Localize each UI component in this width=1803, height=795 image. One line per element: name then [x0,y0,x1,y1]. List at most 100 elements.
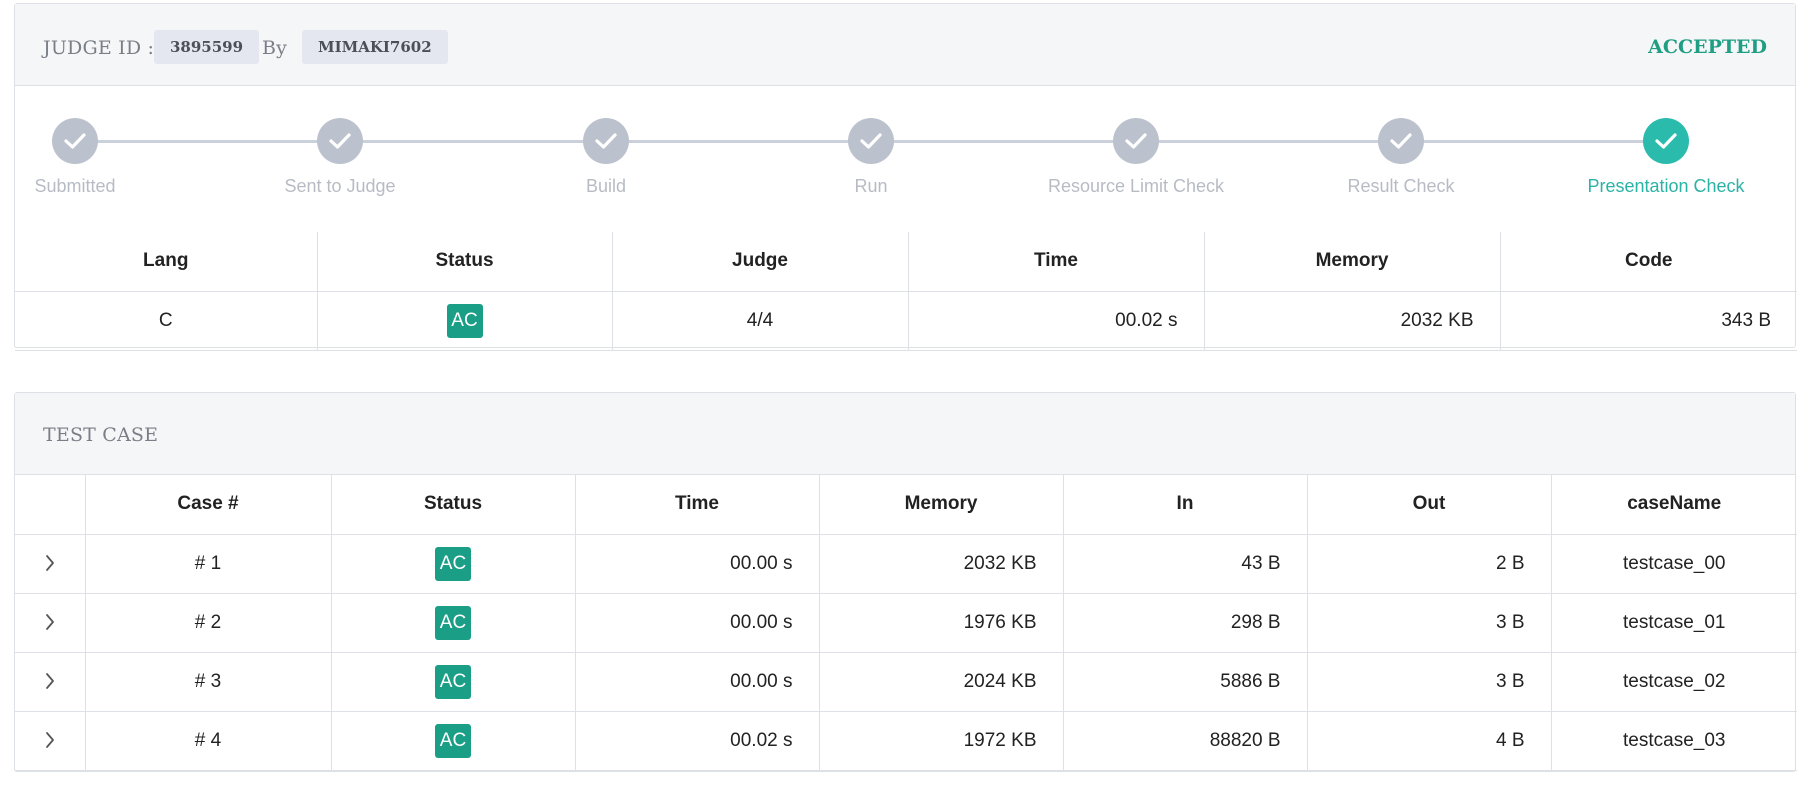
step-result-check: Result Check [1271,118,1531,197]
expand-toggle[interactable] [15,651,86,712]
summary-header-row: Lang Status Judge Time Memory Code [15,232,1797,292]
case-number: # 1 [84,533,332,594]
in-cell: 88820 B [1062,710,1308,771]
table-row[interactable]: # 3 AC 00.00 s 2024 KB 5886 B 3 B testca… [15,651,1797,712]
time-cell: 00.00 s [574,592,820,653]
step-build: Build [476,118,736,197]
casename-cell: testcase_00 [1550,533,1797,594]
casename-cell: testcase_01 [1550,592,1797,653]
out-cell: 3 B [1306,592,1552,653]
time-cell: 00.02 s [574,710,820,771]
step-presentation-check: Presentation Check [1536,118,1796,197]
step-label: Resource Limit Check [1047,176,1225,196]
time-cell: 00.00 s [574,651,820,712]
status-badge: AC [435,605,471,640]
step-label: Presentation Check [1587,176,1745,196]
memory-cell: 1972 KB [818,710,1064,771]
chevron-right-icon [45,614,54,631]
judge-id-label: JUDGE ID : [43,37,155,59]
step-run: Run [741,118,1001,197]
check-icon [1113,118,1159,164]
casename-cell: testcase_02 [1550,651,1797,712]
verdict-status: ACCEPTED [1648,36,1767,58]
memory-cell: 2032 KB [1203,290,1501,351]
expand-toggle[interactable] [15,533,86,594]
memory-cell: 1976 KB [818,592,1064,653]
column-header-out: Out [1306,475,1552,535]
status-cell: AC [330,710,576,771]
check-icon [1378,118,1424,164]
out-cell: 4 B [1306,710,1552,771]
time-cell: 00.00 s [574,533,820,594]
memory-cell: 2032 KB [818,533,1064,594]
step-label: Sent to Judge [284,176,396,196]
user-link[interactable]: MIMAKI7602 [302,30,448,64]
check-icon [1643,118,1689,164]
chevron-right-icon [45,673,54,690]
step-label: Submitted [34,176,116,196]
status-cell: AC [316,290,613,351]
column-header-memory: Memory [818,475,1064,535]
expand-toggle[interactable] [15,710,86,771]
table-row[interactable]: # 1 AC 00.00 s 2032 KB 43 B 2 B testcase… [15,533,1797,594]
case-number: # 2 [84,592,332,653]
column-header-lang: Lang [15,232,318,292]
table-row[interactable]: # 2 AC 00.00 s 1976 KB 298 B 3 B testcas… [15,592,1797,653]
memory-cell: 2024 KB [818,651,1064,712]
step-resource-limit-check: Resource Limit Check [1006,118,1266,197]
status-badge: AC [435,723,471,758]
column-header-time: Time [907,232,1205,292]
testcase-panel: TEST CASE Case # Status Time Memory In O… [14,392,1797,772]
column-header-status: Status [330,475,576,535]
in-cell: 43 B [1062,533,1308,594]
column-header-status: Status [316,232,613,292]
check-icon [317,118,363,164]
summary-table: Lang Status Judge Time Memory Code C AC … [15,232,1797,351]
chevron-right-icon [45,555,54,572]
table-row[interactable]: # 4 AC 00.02 s 1972 KB 88820 B 4 B testc… [15,710,1797,771]
status-cell: AC [330,533,576,594]
column-header-code: Code [1499,232,1797,292]
casename-cell: testcase_03 [1550,710,1797,771]
code-cell: 343 B [1499,290,1797,351]
status-cell: AC [330,651,576,712]
out-cell: 3 B [1306,651,1552,712]
check-icon [583,118,629,164]
step-label: Build [585,176,627,196]
step-label: Result Check [1347,176,1455,196]
progress-stepper: Submitted Sent to Judge Build Run Resour [15,86,1795,232]
column-header-expand [15,475,86,535]
testcase-title: TEST CASE [43,424,159,446]
out-cell: 2 B [1306,533,1552,594]
judge-panel: JUDGE ID : 3895599 By MIMAKI7602 ACCEPTE… [14,3,1797,351]
case-number: # 3 [84,651,332,712]
in-cell: 298 B [1062,592,1308,653]
status-cell: AC [330,592,576,653]
column-header-casename: caseName [1550,475,1797,535]
testcase-header-row: Case # Status Time Memory In Out caseNam… [15,475,1797,535]
check-icon [848,118,894,164]
expand-toggle[interactable] [15,592,86,653]
column-header-case: Case # [84,475,332,535]
step-submitted: Submitted [0,118,205,197]
status-badge: AC [435,664,471,699]
testcase-table: Case # Status Time Memory In Out caseNam… [15,475,1797,771]
step-sent-to-judge: Sent to Judge [210,118,470,197]
by-label: By [262,37,288,59]
column-header-time: Time [574,475,820,535]
summary-row: C AC 4/4 00.02 s 2032 KB 343 B [15,290,1797,351]
column-header-judge: Judge [611,232,909,292]
judge-id-badge: 3895599 [154,30,260,64]
judge-cell: 4/4 [611,290,909,351]
time-cell: 00.02 s [907,290,1205,351]
status-badge: AC [446,303,483,338]
in-cell: 5886 B [1062,651,1308,712]
step-label: Run [854,176,888,196]
check-icon [52,118,98,164]
column-header-memory: Memory [1203,232,1501,292]
chevron-right-icon [45,732,54,749]
status-badge: AC [435,546,471,581]
column-header-in: In [1062,475,1308,535]
lang-cell: C [15,290,318,351]
judge-header: JUDGE ID : 3895599 By MIMAKI7602 ACCEPTE… [15,4,1795,86]
